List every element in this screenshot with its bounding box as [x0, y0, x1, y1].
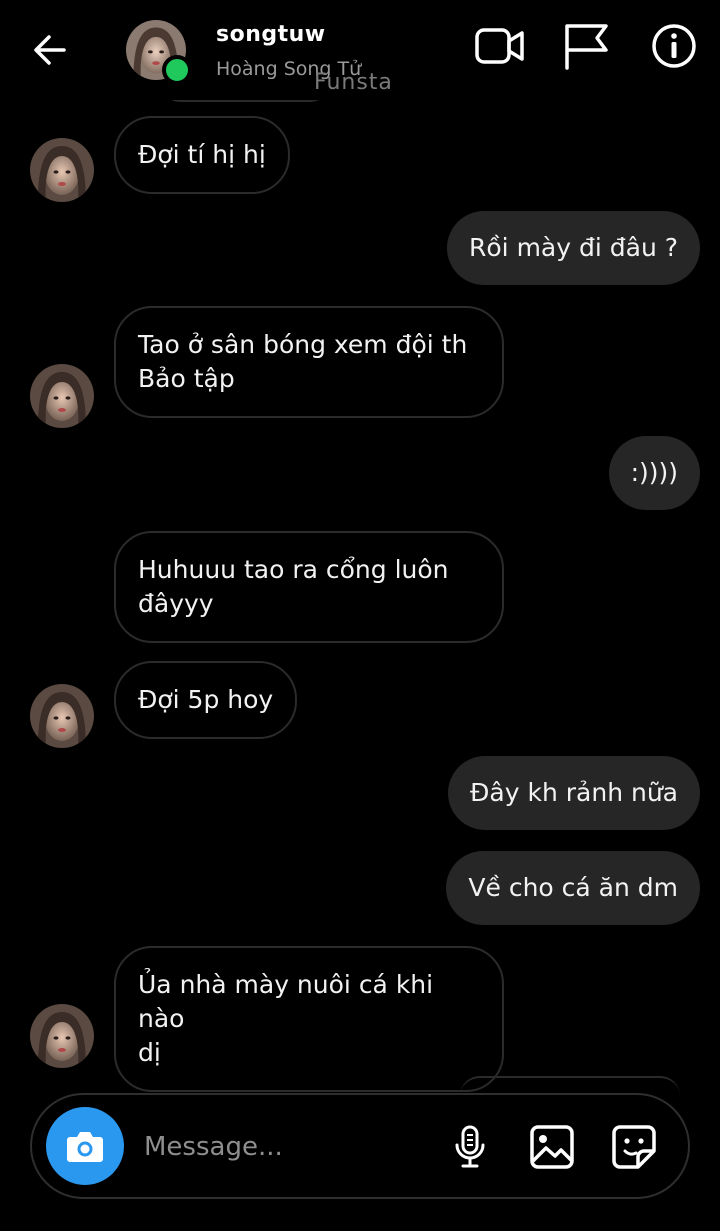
info-icon[interactable]	[650, 22, 702, 70]
flag-icon[interactable]	[560, 22, 612, 70]
contact-avatar[interactable]	[30, 684, 94, 748]
message-input[interactable]	[144, 1127, 424, 1167]
back-arrow-icon[interactable]	[30, 30, 70, 70]
sticker-icon[interactable]	[610, 1123, 658, 1171]
contact-avatar[interactable]	[30, 364, 94, 428]
outgoing-message[interactable]: Rồi mày đi đâu ?	[447, 211, 700, 285]
camera-button[interactable]	[46, 1107, 124, 1185]
contact-avatar[interactable]	[30, 1004, 94, 1068]
incoming-message[interactable]: Đợi tí hị hị	[114, 116, 290, 194]
incoming-message[interactable]: Ủa nhà mày nuôi cá khi nào dị	[114, 946, 504, 1092]
online-status-dot	[162, 55, 192, 85]
message-thread[interactable]: Đợi tí hị hị Rồi mày đi đâu ? Tao ở sân …	[0, 0, 720, 1231]
video-call-icon[interactable]	[474, 22, 526, 70]
camera-icon	[67, 1132, 103, 1162]
contact-avatar[interactable]	[30, 138, 94, 202]
gallery-icon[interactable]	[528, 1123, 576, 1171]
microphone-icon[interactable]	[446, 1123, 494, 1171]
incoming-message[interactable]: Tao ở sân bóng xem đội th Bảo tập	[114, 306, 504, 418]
outgoing-message[interactable]: :))))	[608, 436, 700, 510]
incoming-message[interactable]: Huhuuu tao ra cổng luôn đâyyy	[114, 531, 504, 643]
watermark-text: Funsta	[314, 70, 393, 95]
chat-header: songtuw Hoàng Song Tử Funsta	[0, 0, 720, 100]
message-composer	[30, 1093, 690, 1199]
contact-username[interactable]: songtuw	[216, 22, 326, 47]
outgoing-message[interactable]: Về cho cá ăn dm	[446, 851, 700, 925]
outgoing-message[interactable]: Đây kh rảnh nữa	[448, 756, 700, 830]
incoming-message[interactable]: Đợi 5p hoy	[114, 661, 298, 739]
